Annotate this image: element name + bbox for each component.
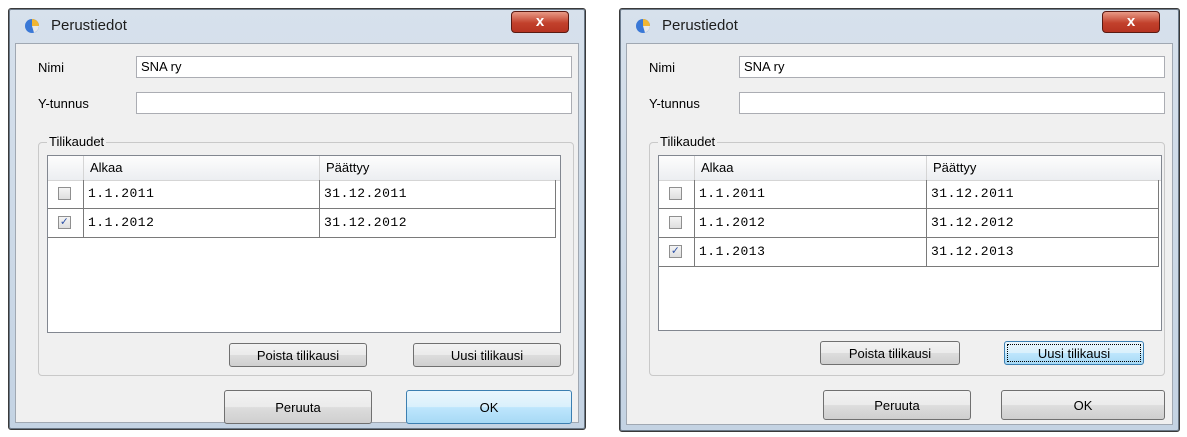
new-period-button[interactable]: Uusi tilikausi: [413, 343, 561, 367]
table-row[interactable]: 1.1.2011 31.12.2011: [48, 180, 556, 209]
titlebar[interactable]: Perustiedot x: [9, 9, 585, 41]
business-id-label: Y-tunnus: [38, 96, 89, 111]
app-icon: [636, 19, 650, 33]
ok-button[interactable]: OK: [406, 390, 572, 424]
row-checkbox[interactable]: [669, 187, 682, 200]
column-header-end[interactable]: Päättyy: [927, 156, 1163, 180]
fiscal-periods-table[interactable]: Alkaa Päättyy 1.1.2011 31.12.2011 1.1.20…: [658, 155, 1162, 331]
column-header-start[interactable]: Alkaa: [695, 156, 927, 180]
group-title: Tilikaudet: [658, 134, 718, 149]
row-checkbox-checked[interactable]: ✓: [669, 245, 682, 258]
checkmark-icon: ✓: [671, 244, 680, 258]
name-label: Nimi: [649, 60, 675, 75]
row-checkbox-checked[interactable]: ✓: [58, 216, 71, 229]
fiscal-periods-group: Tilikaudet Alkaa Päättyy 1.1.2011 31.12.…: [38, 134, 574, 376]
dialog-perustiedot-1: Perustiedot x Nimi SNA ry Y-tunnus Tilik…: [8, 8, 586, 430]
fiscal-periods-table[interactable]: Alkaa Päättyy 1.1.2011 31.12.2011 ✓ 1.1.…: [47, 155, 561, 333]
table-row[interactable]: ✓ 1.1.2013 31.12.2013: [659, 238, 1159, 267]
table-row[interactable]: 1.1.2011 31.12.2011: [659, 180, 1159, 209]
column-header-end[interactable]: Päättyy: [320, 156, 562, 180]
delete-period-button[interactable]: Poista tilikausi: [229, 343, 367, 367]
cell-start: 1.1.2012: [84, 209, 320, 237]
cell-end: 31.12.2013: [927, 238, 1159, 266]
cell-start: 1.1.2013: [695, 238, 927, 266]
close-icon: x: [1126, 13, 1136, 30]
fiscal-periods-group: Tilikaudet Alkaa Päättyy 1.1.2011 31.12.…: [649, 134, 1165, 376]
header-check: [659, 156, 695, 180]
window-title: Perustiedot: [662, 17, 738, 34]
app-icon: [25, 19, 39, 33]
cancel-button[interactable]: Peruuta: [224, 390, 372, 424]
close-button[interactable]: x: [511, 11, 569, 33]
cell-start: 1.1.2011: [695, 180, 927, 208]
cell-start: 1.1.2012: [695, 209, 927, 237]
dialog-perustiedot-2: Perustiedot x Nimi SNA ry Y-tunnus Tilik…: [619, 8, 1180, 432]
window-title: Perustiedot: [51, 17, 127, 34]
close-icon: x: [535, 13, 545, 30]
row-checkbox[interactable]: [58, 187, 71, 200]
header-check: [48, 156, 84, 180]
table-header: Alkaa Päättyy: [659, 156, 1161, 181]
name-label: Nimi: [38, 60, 64, 75]
cancel-button[interactable]: Peruuta: [823, 390, 971, 420]
close-button[interactable]: x: [1102, 11, 1160, 33]
cell-end: 31.12.2012: [320, 209, 556, 237]
new-period-button[interactable]: Uusi tilikausi: [1004, 341, 1144, 365]
row-checkbox[interactable]: [669, 216, 682, 229]
cell-end: 31.12.2011: [320, 180, 556, 208]
cell-end: 31.12.2011: [927, 180, 1159, 208]
cell-start: 1.1.2011: [84, 180, 320, 208]
delete-period-button[interactable]: Poista tilikausi: [820, 341, 960, 365]
table-row[interactable]: ✓ 1.1.2012 31.12.2012: [48, 209, 556, 238]
table-header: Alkaa Päättyy: [48, 156, 560, 181]
name-input[interactable]: SNA ry: [739, 56, 1165, 78]
business-id-input[interactable]: [739, 92, 1165, 114]
business-id-input[interactable]: [136, 92, 572, 114]
checkmark-icon: ✓: [60, 215, 69, 229]
column-header-start[interactable]: Alkaa: [84, 156, 320, 180]
ok-button[interactable]: OK: [1001, 390, 1165, 420]
cell-end: 31.12.2012: [927, 209, 1159, 237]
table-row[interactable]: 1.1.2012 31.12.2012: [659, 209, 1159, 238]
dialog-body: Nimi SNA ry Y-tunnus Tilikaudet Alkaa Pä…: [15, 43, 579, 424]
group-title: Tilikaudet: [47, 134, 107, 149]
business-id-label: Y-tunnus: [649, 96, 700, 111]
name-input[interactable]: SNA ry: [136, 56, 572, 78]
titlebar[interactable]: Perustiedot x: [620, 9, 1179, 41]
dialog-body: Nimi SNA ry Y-tunnus Tilikaudet Alkaa Pä…: [626, 43, 1173, 425]
